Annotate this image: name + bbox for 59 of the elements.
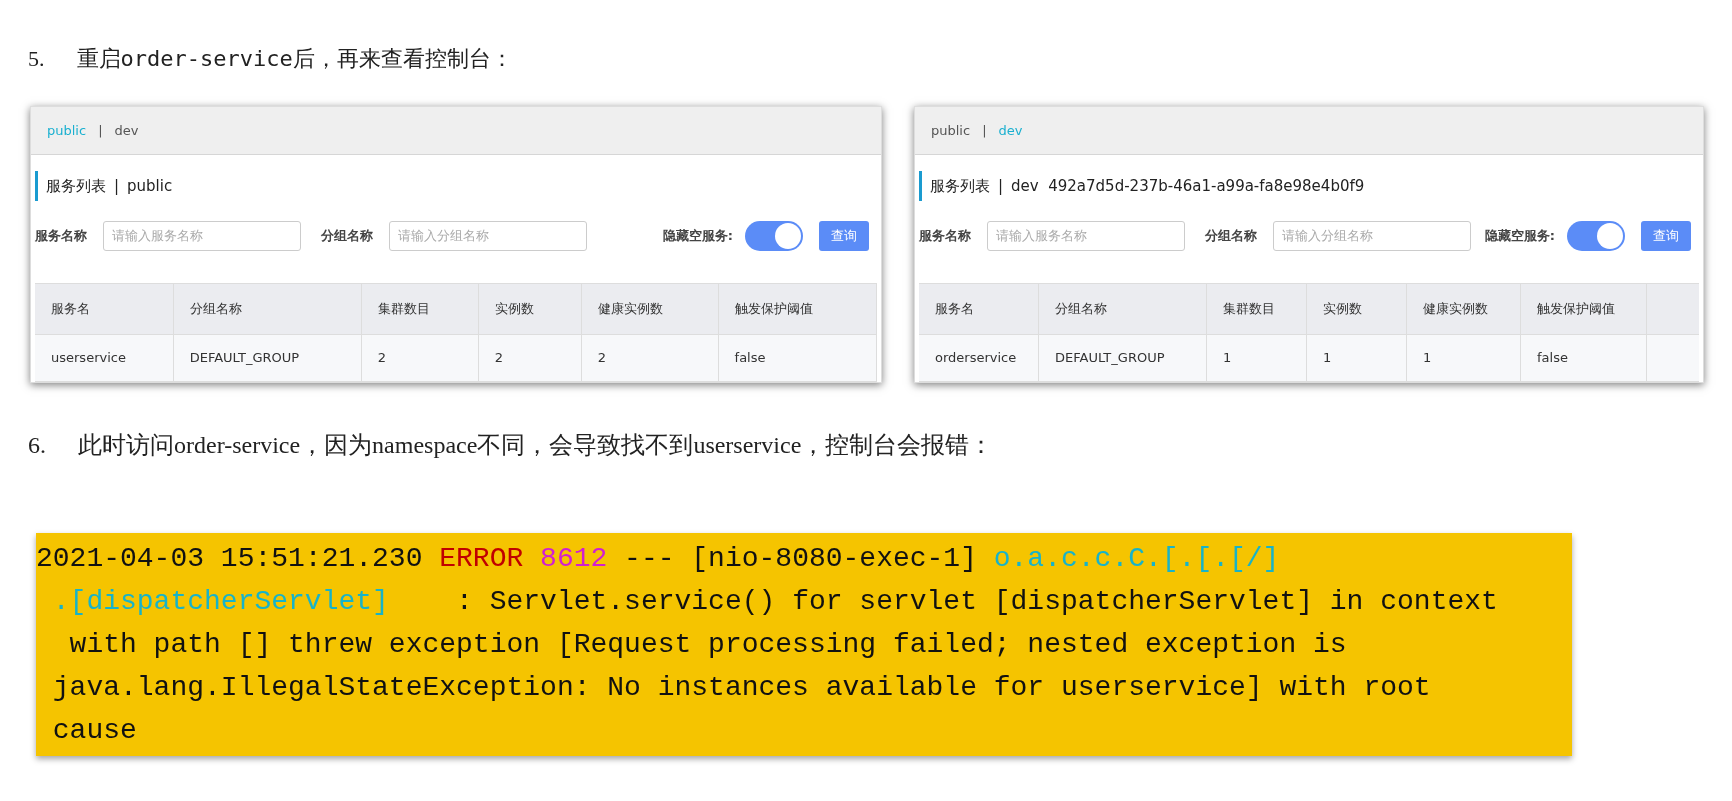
column-header: 服务名: [919, 284, 1039, 334]
table-cell: false: [718, 335, 877, 381]
namespace-tab[interactable]: public: [47, 120, 87, 141]
table-cell: orderservice: [919, 335, 1039, 381]
column-header: 健康实例数: [1407, 284, 1521, 334]
tab-separator: |: [982, 121, 987, 140]
step-text: 重启order-service后，再来查看控制台：: [76, 44, 513, 73]
log-line: 2021-04-03 15:51:21.230 ERROR 8612 --- [nio-8080-exec-1] o.a.c.c.C.[.[.[/]: [36, 542, 1281, 576]
table-cell: userservice: [35, 335, 174, 381]
table-cell: 1: [1207, 335, 1307, 381]
section-title: 服务列表: [46, 175, 106, 197]
column-header: 实例数: [478, 284, 582, 334]
toggle-label: 隐藏空服务:: [662, 227, 733, 246]
query-button[interactable]: 查询: [1641, 221, 1691, 251]
column-header: 健康实例数: [581, 284, 719, 334]
query-button[interactable]: 查询: [819, 221, 869, 251]
step-number: 5.: [28, 44, 45, 73]
table-cell: DEFAULT_GROUP: [173, 335, 362, 381]
heading-separator: |: [998, 175, 1004, 197]
column-header: 触发保护阈值: [1521, 284, 1647, 334]
table-cell: 2: [478, 335, 582, 381]
toggle-label: 隐藏空服务:: [1484, 227, 1555, 246]
table-cell: DEFAULT_GROUP: [1039, 335, 1207, 381]
column-header: 集群数目: [361, 284, 479, 334]
table-cell: 2: [361, 335, 479, 381]
log-line: java.lang.IllegalStateException: No instances available for userservice] with root: [51, 671, 1432, 705]
column-header: 集群数目: [1207, 284, 1307, 334]
log-line: with path [] threw exception [Request processing failed; nested exception is: [68, 628, 1348, 662]
group-name-field[interactable]: 请输入分组名称: [389, 221, 587, 251]
step-text: 此时访问order-service，因为namespace不同，会导致找不到userservice，控制台会报错：: [78, 431, 994, 460]
section-title: 服务列表: [930, 175, 990, 197]
heading-separator: |: [114, 175, 120, 197]
field-label: 服务名称: [35, 227, 88, 246]
namespace-name: dev 492a7d5d-237b-46a1-a99a-fa8e98e4b0f9: [1011, 175, 1365, 197]
step-number: 6.: [28, 431, 46, 460]
table-cell: false: [1521, 335, 1647, 381]
tab-separator: |: [98, 121, 103, 140]
field-label: 服务名称: [919, 227, 972, 246]
service-name-field[interactable]: 请输入服务名称: [103, 221, 301, 251]
log-line: cause: [51, 714, 138, 748]
column-header: 服务名: [35, 284, 174, 334]
column-header: 触发保护阈值: [718, 284, 877, 334]
namespace-tab[interactable]: dev: [114, 120, 139, 141]
table-cell: 1: [1407, 335, 1521, 381]
namespace-tab[interactable]: public: [931, 120, 971, 141]
log-line: .[dispatcherServlet] : Servlet.service() for servlet [dispatcherServlet] in context: [51, 585, 1499, 619]
hide-empty-toggle[interactable]: [745, 221, 803, 251]
table-cell: 2: [581, 335, 719, 381]
table-cell: 1: [1307, 335, 1407, 381]
field-label: 分组名称: [321, 227, 374, 246]
column-header: 分组名称: [1039, 284, 1207, 334]
namespace-name: public: [127, 175, 173, 197]
column-header: 实例数: [1307, 284, 1407, 334]
service-name-field[interactable]: 请输入服务名称: [987, 221, 1185, 251]
hide-empty-toggle[interactable]: [1567, 221, 1625, 251]
group-name-field[interactable]: 请输入分组名称: [1273, 221, 1471, 251]
column-header: 分组名称: [173, 284, 362, 334]
field-label: 分组名称: [1205, 227, 1258, 246]
namespace-tab[interactable]: dev: [998, 120, 1023, 141]
